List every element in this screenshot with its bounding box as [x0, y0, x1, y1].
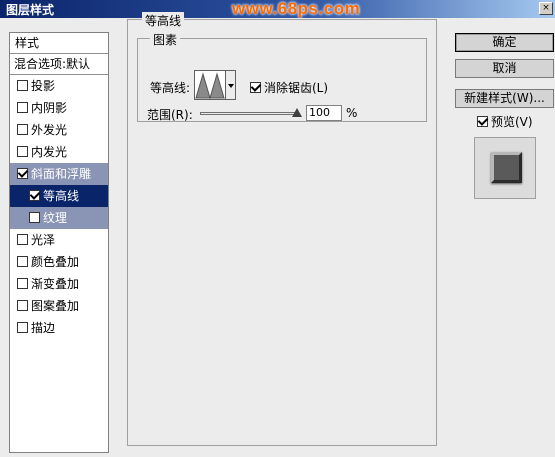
- contour-group-title: 等高线: [142, 12, 185, 29]
- style-checkbox[interactable]: [17, 124, 28, 135]
- style-checkbox[interactable]: [17, 234, 28, 245]
- new-style-button[interactable]: 新建样式(W)...: [455, 89, 554, 108]
- range-slider-handle[interactable]: [292, 108, 302, 117]
- window-title: 图层样式: [6, 3, 55, 17]
- range-label: 范围(R):: [147, 108, 193, 122]
- preview-check[interactable]: [477, 116, 488, 127]
- anti-alias-check[interactable]: [250, 82, 261, 93]
- styles-list: 样式 混合选项:默认 投影 内阴影 外发光 内发光 斜面和浮雕 等高线 纹理 光…: [9, 32, 109, 453]
- style-item-inner-shadow[interactable]: 内阴影: [10, 97, 108, 119]
- style-checkbox[interactable]: [17, 80, 28, 91]
- preview-label: 预览(V): [491, 115, 533, 129]
- style-label: 斜面和浮雕: [31, 167, 92, 181]
- anti-alias-label: 消除锯齿(L): [264, 81, 329, 95]
- elements-group-title: 图素: [150, 31, 181, 48]
- style-checkbox[interactable]: [17, 322, 28, 333]
- style-label: 描边: [31, 321, 56, 335]
- anti-alias-checkbox[interactable]: 消除锯齿(L): [250, 79, 328, 96]
- style-item-contour[interactable]: 等高线: [10, 185, 108, 207]
- style-item-pattern-overlay[interactable]: 图案叠加: [10, 295, 108, 317]
- style-checkbox[interactable]: [17, 102, 28, 113]
- style-checkbox[interactable]: [17, 256, 28, 267]
- style-item-outer-glow[interactable]: 外发光: [10, 119, 108, 141]
- contour-picker[interactable]: [194, 70, 226, 100]
- style-label: 图案叠加: [31, 299, 80, 313]
- ok-button[interactable]: 确定: [455, 33, 554, 52]
- chevron-down-icon[interactable]: [226, 70, 236, 100]
- style-checkbox[interactable]: [17, 146, 28, 157]
- style-preview: [474, 137, 536, 199]
- title-bar: 图层样式 www.68ps.com ×: [0, 0, 555, 18]
- style-label: 纹理: [43, 211, 68, 225]
- style-checkbox[interactable]: [17, 300, 28, 311]
- style-checkbox[interactable]: [17, 278, 28, 289]
- style-label: 内发光: [31, 145, 68, 159]
- style-item-gradient-overlay[interactable]: 渐变叠加: [10, 273, 108, 295]
- watermark: www.68ps.com: [232, 0, 361, 18]
- styles-header[interactable]: 样式: [10, 33, 108, 54]
- style-item-inner-glow[interactable]: 内发光: [10, 141, 108, 163]
- style-label: 等高线: [43, 189, 80, 203]
- contour-curve-icon: [195, 72, 225, 100]
- blend-options-item[interactable]: 混合选项:默认: [10, 54, 108, 75]
- close-button[interactable]: ×: [539, 2, 553, 15]
- style-item-texture[interactable]: 纹理: [10, 207, 108, 229]
- preview-swatch: [491, 152, 522, 183]
- style-label: 投影: [31, 79, 56, 93]
- style-item-satin[interactable]: 光泽: [10, 229, 108, 251]
- style-label: 颜色叠加: [31, 255, 80, 269]
- preview-checkbox[interactable]: 预览(V): [477, 113, 533, 130]
- style-label: 渐变叠加: [31, 277, 80, 291]
- style-label: 内阴影: [31, 101, 68, 115]
- range-slider[interactable]: [200, 112, 298, 115]
- style-checkbox[interactable]: [17, 168, 28, 179]
- cancel-button[interactable]: 取消: [455, 59, 554, 78]
- style-item-stroke[interactable]: 描边: [10, 317, 108, 339]
- style-label: 光泽: [31, 233, 56, 247]
- style-label: 外发光: [31, 123, 68, 137]
- style-item-color-overlay[interactable]: 颜色叠加: [10, 251, 108, 273]
- style-item-bevel-emboss[interactable]: 斜面和浮雕: [10, 163, 108, 185]
- style-item-drop-shadow[interactable]: 投影: [10, 75, 108, 97]
- style-checkbox[interactable]: [29, 212, 40, 223]
- range-input[interactable]: 100: [306, 105, 342, 121]
- contour-label: 等高线:: [150, 81, 191, 95]
- style-checkbox[interactable]: [29, 190, 40, 201]
- range-unit: %: [346, 106, 358, 120]
